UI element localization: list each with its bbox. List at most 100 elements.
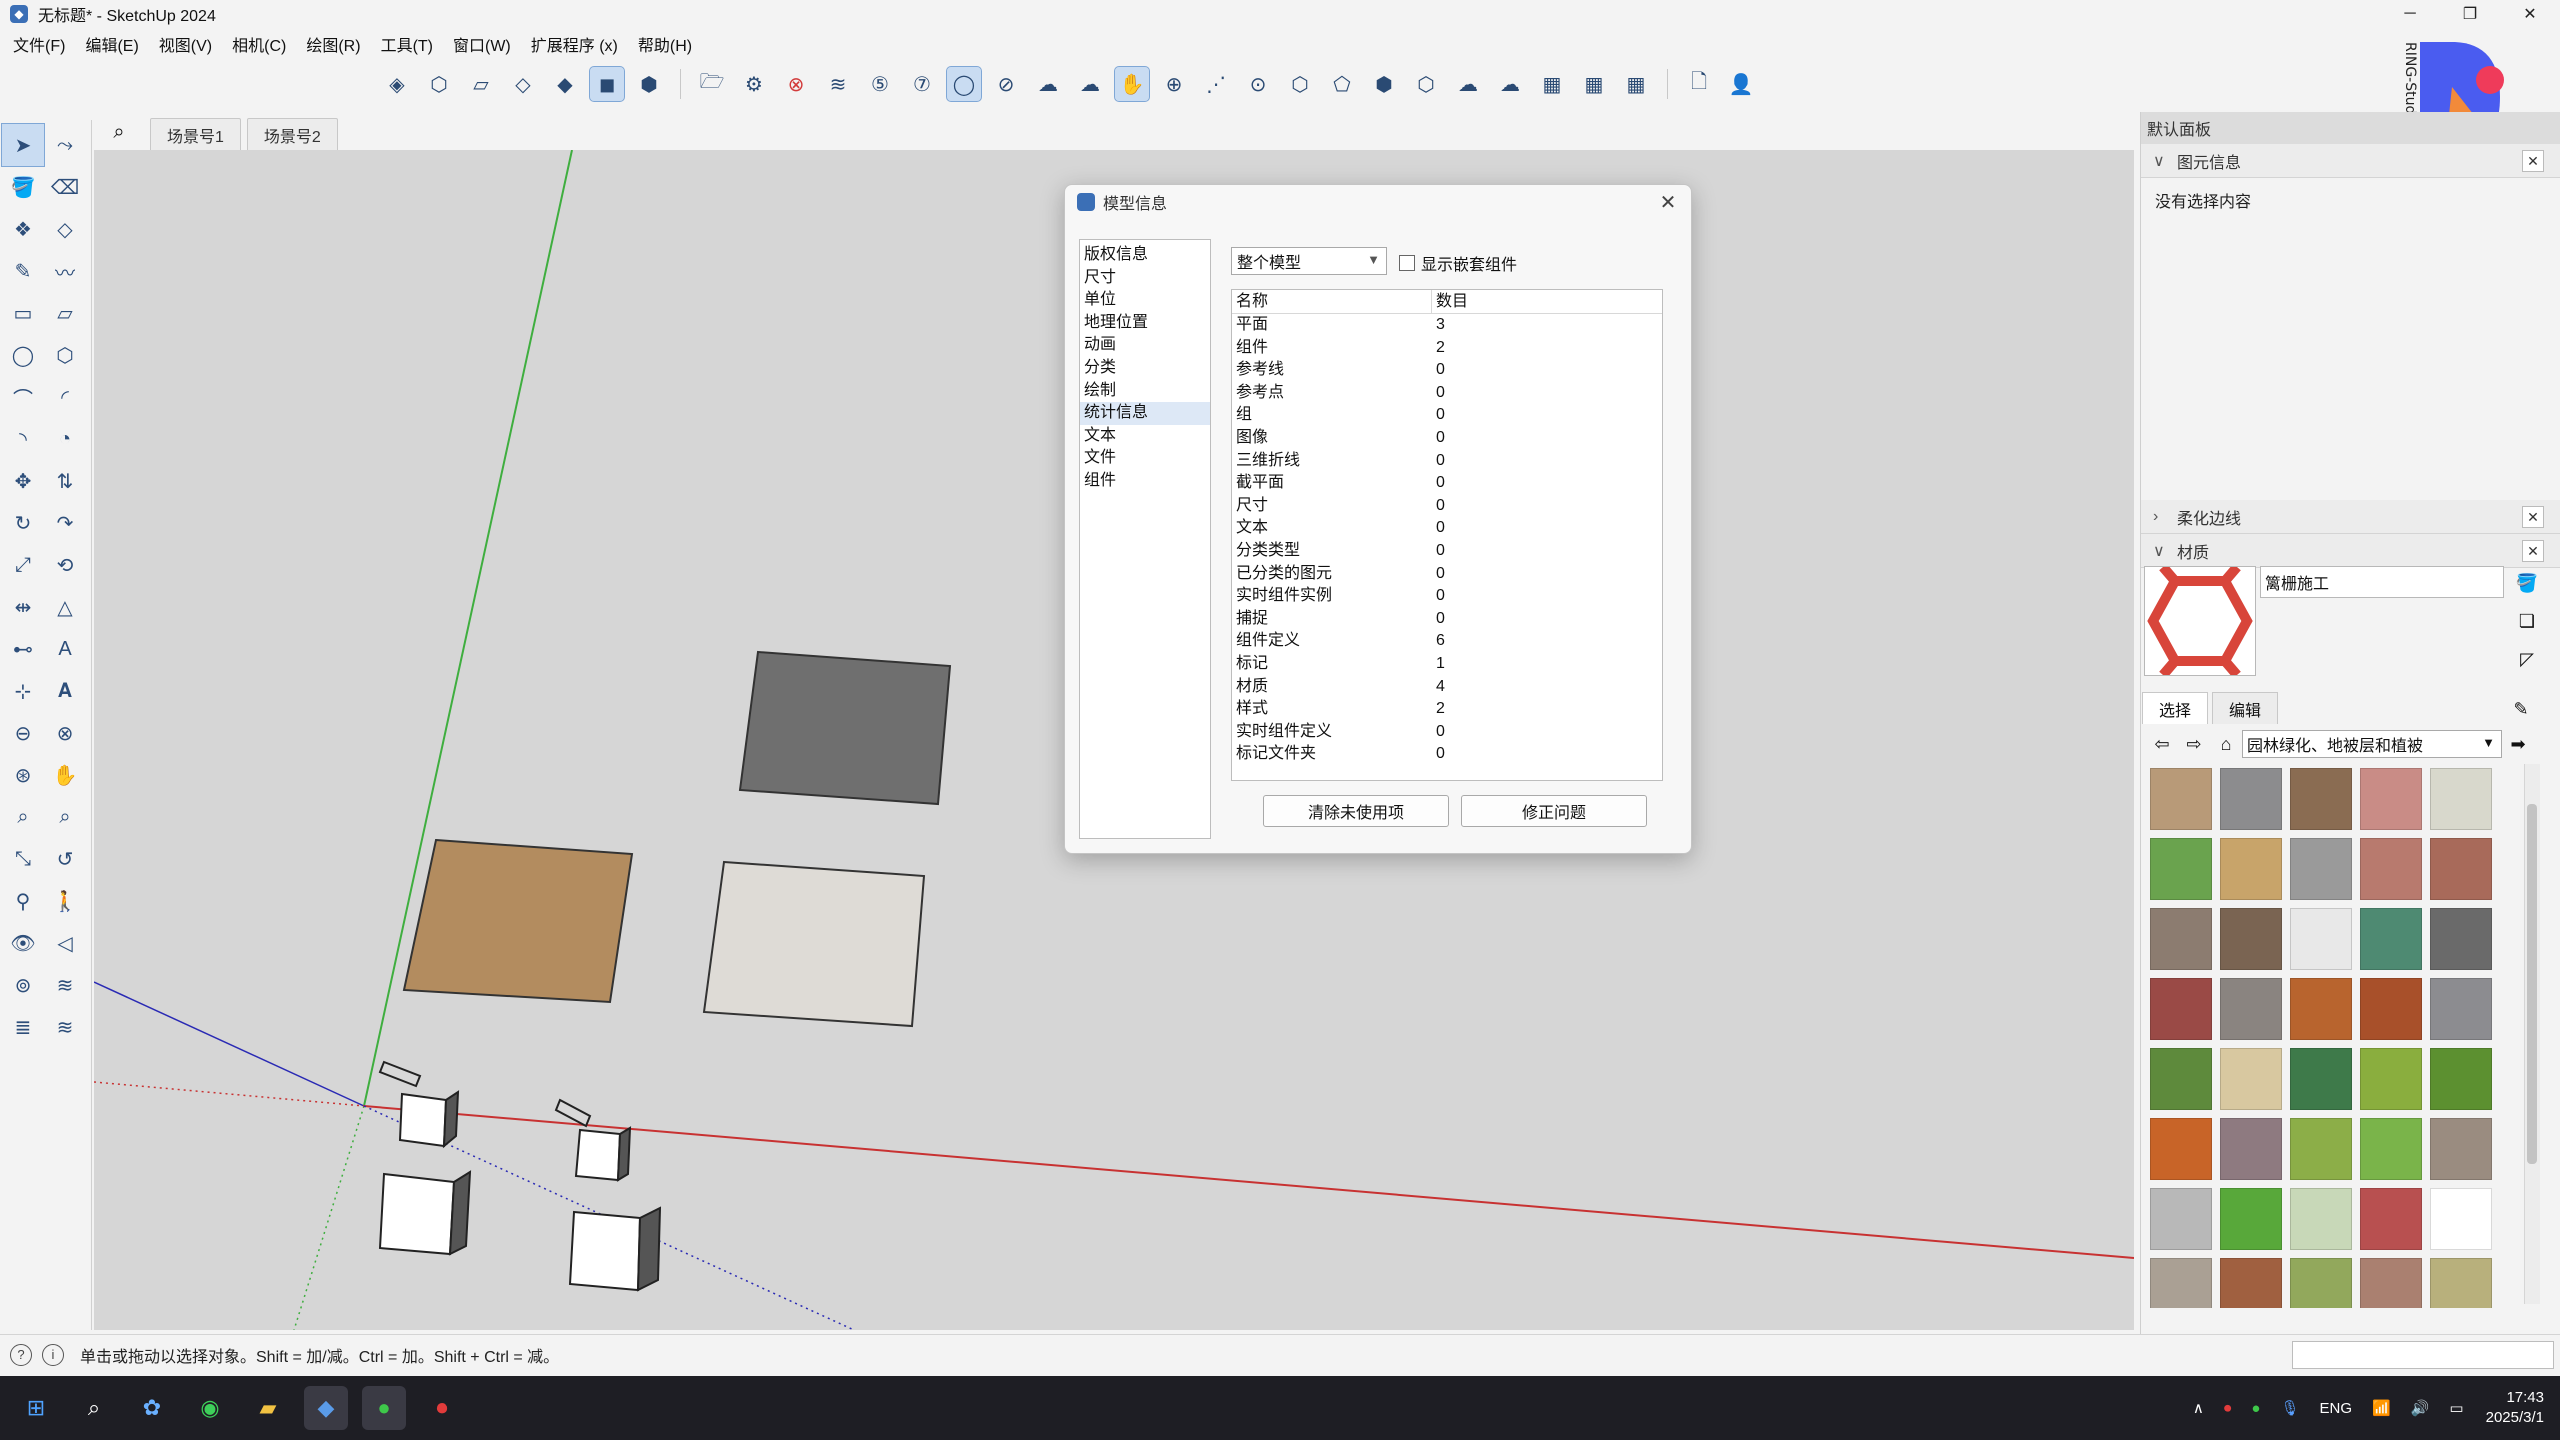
material-swatch[interactable] (2290, 1188, 2352, 1250)
nested-components-option[interactable]: 显示嵌套组件 (1399, 251, 1517, 275)
material-swatch[interactable] (2150, 1188, 2212, 1250)
line-tool-icon[interactable]: ✎ (2, 250, 44, 292)
section-plane-icon[interactable]: ⊖ (2, 712, 44, 754)
table-row[interactable]: 截平面 0 (1232, 472, 1662, 495)
menu-tools[interactable]: 工具(T) (374, 32, 440, 56)
material-swatch[interactable] (2150, 1118, 2212, 1180)
lasso-select-icon[interactable]: ⤳ (44, 124, 86, 166)
back-view-icon[interactable]: ◆ (548, 67, 582, 101)
nav-item-geolocation[interactable]: 地理位置 (1080, 312, 1210, 335)
drop-icon[interactable]: ◯ (946, 66, 982, 102)
eyedropper-icon[interactable]: ✎ (2506, 694, 2536, 724)
search-icon[interactable]: ⌕ (72, 1386, 116, 1430)
material-swatch[interactable] (2220, 1118, 2282, 1180)
language-indicator[interactable]: ENG (2320, 1400, 2353, 1417)
solid-tool-2-icon[interactable]: ⬡ (1283, 67, 1317, 101)
walk-icon[interactable]: 🚶 (44, 880, 86, 922)
zoom-extents-icon[interactable]: ⤡ (2, 838, 44, 880)
sketchup-taskbar-icon[interactable]: ◆ (304, 1386, 348, 1430)
speed-50-icon[interactable]: ⑤ (863, 67, 897, 101)
material-swatch[interactable] (2150, 768, 2212, 830)
display-secondary-icon[interactable]: ◸ (2512, 644, 2542, 674)
pie-icon[interactable]: ◔ (44, 418, 86, 460)
table-row[interactable]: 组0 (1232, 404, 1662, 427)
column-header-name[interactable]: 名称 (1232, 290, 1432, 313)
material-library-select[interactable]: 园林绿化、地被层和植被 ▼ (2242, 730, 2502, 758)
material-swatch[interactable] (2360, 978, 2422, 1040)
zoom-window-icon[interactable]: ⌕ (44, 796, 86, 838)
material-swatch[interactable] (2290, 908, 2352, 970)
menu-edit[interactable]: 编辑(E) (78, 32, 145, 56)
eraser-icon[interactable]: ⌫ (44, 166, 86, 208)
material-swatch[interactable] (2290, 838, 2352, 900)
table-row[interactable]: 捕捉 0 (1232, 608, 1662, 631)
windows-start-icon[interactable]: ⊞ (14, 1386, 58, 1430)
table-row[interactable]: 标记 1 (1232, 653, 1662, 676)
close-section-icon[interactable]: ✕ (2522, 150, 2544, 172)
minimize-button[interactable]: ─ (2380, 0, 2440, 28)
sandbox-from-contours-icon[interactable]: ⊚ (2, 964, 44, 1006)
smoove-icon[interactable]: ≣ (2, 1006, 44, 1048)
clock[interactable]: 17:43 2025/3/1 (2486, 1388, 2544, 1428)
nav-item-text[interactable]: 文本 (1080, 425, 1210, 448)
menu-help[interactable]: 帮助(H) (631, 32, 699, 56)
table-row[interactable]: 已分类的图元 0 (1232, 563, 1662, 586)
look-around-icon[interactable]: 👁 (2, 922, 44, 964)
widgets-icon[interactable]: ✿ (130, 1386, 174, 1430)
sandbox-from-scratch-icon[interactable]: ≋ (44, 964, 86, 1006)
material-swatch[interactable] (2430, 838, 2492, 900)
advanced-camera-icon[interactable]: ◁ (44, 922, 86, 964)
nav-item-statistics[interactable]: 统计信息 (1080, 402, 1210, 425)
table-row[interactable]: 参考点 0 (1232, 382, 1662, 405)
material-swatch[interactable] (2220, 1048, 2282, 1110)
nav-item-file[interactable]: 文件 (1080, 447, 1210, 470)
solid-tool-1-icon[interactable]: ⊙ (1241, 67, 1275, 101)
nav-item-copyright[interactable]: 版权信息 (1080, 244, 1210, 267)
material-swatch[interactable] (2360, 838, 2422, 900)
menu-file[interactable]: 文件(F) (6, 32, 72, 56)
rectangle-icon[interactable]: ▭ (2, 292, 44, 334)
material-swatch[interactable] (2150, 1258, 2212, 1308)
scale-icon[interactable]: ⤢ (2, 544, 44, 586)
arc-icon[interactable]: ⌒ (2, 376, 44, 418)
material-swatch[interactable] (2150, 978, 2212, 1040)
table-row[interactable]: 材质 4 (1232, 676, 1662, 699)
cloud-delete-icon[interactable]: ☁ (1031, 67, 1065, 101)
material-swatch[interactable] (2220, 1258, 2282, 1308)
front-view-icon[interactable]: ▱ (464, 67, 498, 101)
solid-tool-5-icon[interactable]: ⬡ (1409, 67, 1443, 101)
tape-measure-icon[interactable]: ⇹ (2, 586, 44, 628)
details-arrow-icon[interactable]: ➡ (2502, 729, 2534, 759)
search-icon[interactable]: ⌕ (94, 114, 144, 150)
record-icon[interactable]: ⏺ (2224, 1400, 2232, 1417)
offset-icon[interactable]: ⟲ (44, 544, 86, 586)
open-folder-icon[interactable]: 🗁 (695, 67, 729, 101)
materials-section[interactable]: ∨ 材质 ✕ (2141, 534, 2560, 568)
layers-icon[interactable]: ≋ (821, 67, 855, 101)
material-swatch[interactable] (2290, 1258, 2352, 1308)
nav-item-classifications[interactable]: 分类 (1080, 357, 1210, 380)
right-view-icon[interactable]: ◇ (506, 67, 540, 101)
screen-recorder-icon[interactable]: ⏺ (420, 1386, 464, 1430)
material-swatch[interactable] (2220, 768, 2282, 830)
table-row[interactable]: 实时组件定义 0 (1232, 721, 1662, 744)
chevron-up-icon[interactable]: ∧ (2193, 1399, 2204, 1417)
tab-select[interactable]: 选择 (2142, 692, 2209, 724)
material-swatch[interactable] (2430, 1188, 2492, 1250)
chevron-down-icon[interactable]: ∨ (2153, 541, 2171, 561)
scene-tab-1[interactable]: 场景号1 (150, 118, 241, 150)
freehand-icon[interactable]: 〰 (44, 250, 86, 292)
entity-info-section[interactable]: ∨ 图元信息 ✕ (2141, 144, 2560, 178)
position-camera-icon[interactable]: ⚲ (2, 880, 44, 922)
table-row[interactable]: 样式 2 (1232, 698, 1662, 721)
table-row[interactable]: 尺寸 0 (1232, 495, 1662, 518)
move-icon[interactable]: ✥ (2, 460, 44, 502)
section-fill-icon[interactable]: ⊗ (44, 712, 86, 754)
previous-view-icon[interactable]: ↺ (44, 838, 86, 880)
material-swatch[interactable] (2430, 908, 2492, 970)
material-swatch[interactable] (2430, 978, 2492, 1040)
material-swatch[interactable] (2360, 908, 2422, 970)
scope-select[interactable]: 整个模型 ▼ (1231, 247, 1387, 275)
protractor-icon[interactable]: △ (44, 586, 86, 628)
file-explorer-icon[interactable]: ▰ (246, 1386, 290, 1430)
